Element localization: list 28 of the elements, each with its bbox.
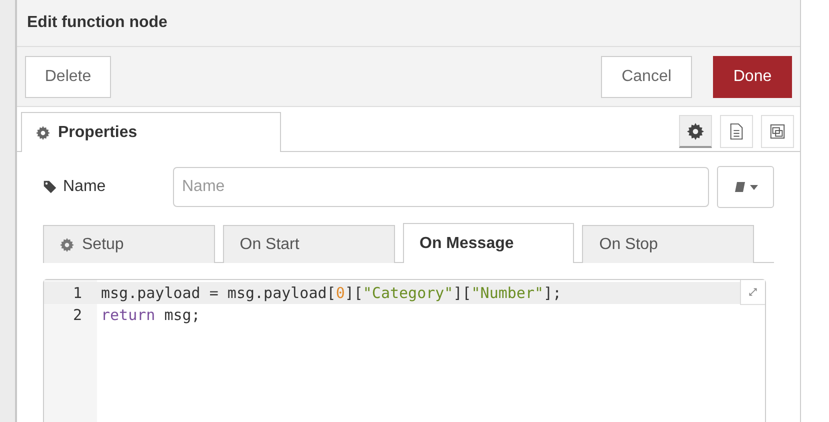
code-line: return msg; [101, 306, 200, 324]
document-icon [728, 123, 745, 140]
editor-tab[interactable]: On Start [222, 225, 394, 263]
editor-tab[interactable]: On Stop [582, 225, 754, 263]
dialog-title: Edit function node [27, 14, 168, 32]
frame-icon [769, 123, 786, 140]
editor-tab[interactable]: On Message [402, 223, 574, 263]
gear-icon [687, 122, 704, 140]
tag-icon [43, 180, 57, 194]
line-number: 1 [72, 284, 83, 302]
expand-icon [748, 287, 758, 297]
library-dropdown-button[interactable] [717, 166, 774, 208]
frame-button[interactable] [761, 115, 794, 148]
settings-button[interactable] [679, 115, 712, 148]
gear-icon [60, 238, 74, 252]
name-field[interactable]: Name [173, 167, 709, 207]
line-number: 2 [72, 306, 83, 324]
document-button[interactable] [720, 115, 753, 148]
code-line: msg.payload = msg.payload[0]["Category"]["Number"]; [101, 284, 562, 302]
done-button[interactable]: Done [713, 56, 792, 98]
properties-tab[interactable]: Properties [21, 112, 281, 152]
delete-button[interactable]: Delete [25, 56, 111, 98]
cancel-button[interactable]: Cancel [601, 56, 692, 98]
code-editor[interactable]: 1 msg.payload = msg.payload[0]["Category"]["Number"]; 2 return msg; [43, 279, 766, 422]
book-caret-icon [732, 180, 758, 194]
name-label: Name [63, 178, 106, 196]
editor-tab[interactable]: Setup [43, 225, 215, 263]
gear-icon [36, 126, 50, 140]
